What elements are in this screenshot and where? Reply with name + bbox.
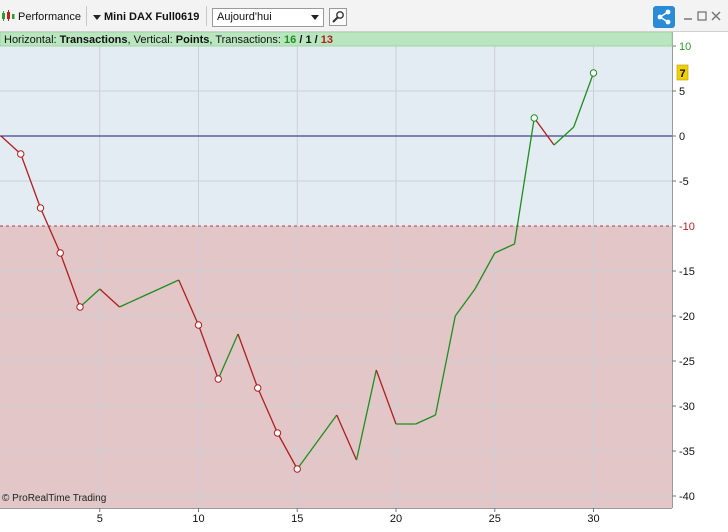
- instrument-label[interactable]: Mini DAX Full0619: [104, 11, 199, 23]
- data-point-marker: [194, 321, 203, 329]
- data-point-marker: [254, 384, 262, 392]
- info-separator: /: [312, 34, 321, 46]
- data-point-marker: [76, 303, 84, 311]
- data-point-marker: [56, 249, 64, 257]
- y-tick-label: -40: [679, 491, 695, 503]
- y-tick-label: -10: [679, 221, 695, 233]
- settings-wrench-button[interactable]: [329, 8, 347, 26]
- x-axis: 5 10 15 20 25 30: [97, 508, 600, 525]
- watermark: © ProRealTime Trading: [2, 493, 107, 504]
- info-vertical-label: , Vertical:: [128, 34, 176, 46]
- performance-icon: [1, 9, 15, 23]
- data-point-marker: [589, 69, 598, 77]
- y-tick-label: -35: [679, 446, 695, 458]
- info-horizontal-value: Transactions: [60, 34, 128, 46]
- info-vertical-value: Points: [176, 34, 210, 46]
- x-tick-label: 10: [192, 513, 204, 525]
- x-tick-label: 5: [97, 513, 103, 525]
- x-tick-label: 25: [489, 513, 501, 525]
- share-icon: [657, 9, 671, 25]
- y-tick-label: -30: [679, 401, 695, 413]
- y-axis: 10 5 0 -5 -10 -15 -20 -25 -30 -35 -40 7: [672, 41, 695, 503]
- toolbar-separator: [206, 6, 207, 26]
- y-tick-label: -5: [679, 176, 689, 188]
- current-value-label: 7: [680, 68, 686, 80]
- loss-zone: [0, 226, 672, 508]
- info-separator: /: [296, 34, 305, 46]
- share-button[interactable]: [653, 6, 675, 28]
- performance-chart: 5 10 15 20 25 30 10 5 0 -5 -10 -15 -20 -25 -30 -35 -40 7…: [0, 32, 695, 525]
- toolbar-separator: [86, 6, 87, 26]
- x-tick-label: 20: [390, 513, 402, 525]
- maximize-icon[interactable]: [696, 10, 708, 22]
- y-tick-label: 10: [679, 41, 691, 53]
- period-select-value: Aujourd'hui: [217, 11, 272, 23]
- wrench-icon: [332, 11, 344, 23]
- info-winning-count: 16: [284, 34, 296, 46]
- y-tick-label: -25: [679, 356, 695, 368]
- y-tick-label: -20: [679, 311, 695, 323]
- y-tick-label: -15: [679, 266, 695, 278]
- x-tick-label: 15: [291, 513, 303, 525]
- minimize-icon[interactable]: [682, 10, 694, 22]
- period-select[interactable]: Aujourd'hui: [212, 8, 324, 27]
- chevron-down-icon: [311, 15, 319, 20]
- data-point-marker: [36, 204, 45, 212]
- info-bar: Horizontal: Transactions, Vertical: Poin…: [4, 34, 333, 46]
- y-tick-label: 0: [679, 131, 685, 143]
- data-point-marker: [273, 429, 282, 437]
- data-point-marker: [293, 465, 301, 473]
- info-transactions-label: , Transactions:: [209, 34, 284, 46]
- instrument-dropdown-icon[interactable]: [93, 15, 101, 20]
- info-losing-count: 13: [321, 34, 333, 46]
- info-horizontal-label: Horizontal:: [4, 34, 60, 46]
- data-point-marker: [530, 114, 538, 122]
- close-icon[interactable]: [710, 10, 722, 22]
- data-point-marker: [214, 375, 222, 383]
- data-point-marker: [17, 150, 25, 158]
- x-tick-label: 30: [587, 513, 599, 525]
- toolbar: Performance Mini DAX Full0619 Aujourd'hu…: [0, 0, 728, 32]
- y-tick-label: 5: [679, 86, 685, 98]
- performance-label[interactable]: Performance: [18, 11, 81, 23]
